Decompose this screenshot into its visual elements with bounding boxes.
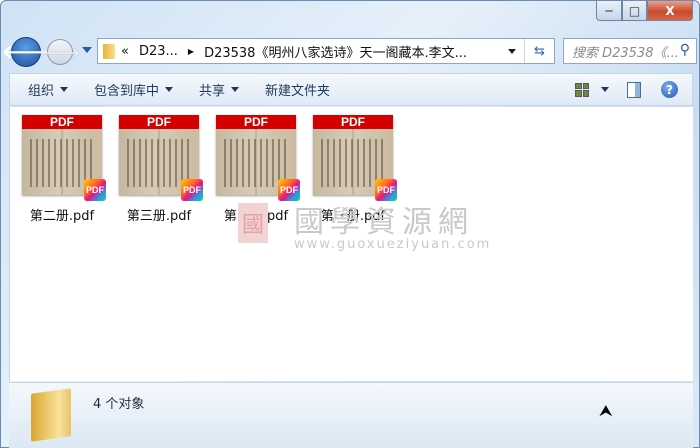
organize-button[interactable]: 组织 — [28, 80, 69, 99]
file-item[interactable]: PDF PDF 第四册.pdf — [210, 115, 302, 224]
file-name: 第四册.pdf — [223, 209, 289, 224]
pdf-thumbnail: PDF PDF — [22, 115, 106, 201]
file-name: 第一册.pdf — [320, 209, 386, 224]
file-item[interactable]: PDF PDF 第一册.pdf — [307, 115, 399, 224]
file-name: 第三册.pdf — [126, 209, 192, 224]
chevron-down-icon — [231, 87, 240, 92]
file-item[interactable]: PDF PDF 第二册.pdf — [16, 115, 108, 224]
chevron-down-icon — [165, 87, 174, 92]
back-button[interactable]: 🡐 — [2, 37, 50, 67]
breadcrumb-parent[interactable]: D23... — [139, 44, 178, 59]
pdf-thumbnail: PDF PDF — [216, 115, 300, 201]
include-in-library-button[interactable]: 包含到库中 — [94, 80, 174, 99]
recent-pages-dropdown[interactable] — [82, 47, 92, 53]
share-button[interactable]: 共享 — [199, 80, 240, 99]
file-item[interactable]: PDF PDF 第三册.pdf — [113, 115, 205, 224]
pdf-app-icon: PDF — [278, 179, 300, 201]
address-dropdown-icon[interactable] — [508, 49, 516, 54]
breadcrumb-overflow[interactable]: « — [121, 44, 129, 59]
view-options-dropdown[interactable] — [601, 87, 609, 92]
search-icon[interactable]: ⚲ — [680, 42, 690, 58]
change-view-icon[interactable] — [575, 82, 589, 97]
explorer-window: ─ □ X 🡐 🡒 « D23... ▶ D23538《明州八家选诗》天一阁藏本… — [0, 0, 700, 448]
new-folder-button[interactable]: 新建文件夹 — [265, 80, 330, 99]
pdf-app-icon: PDF — [181, 179, 203, 201]
breadcrumb-current[interactable]: D23538《明州八家选诗》天一阁藏本.李文... — [204, 42, 467, 61]
file-name: 第二册.pdf — [29, 209, 95, 224]
maximize-button[interactable]: □ — [622, 1, 647, 21]
pdf-thumbnail: PDF PDF — [313, 115, 397, 201]
folder-icon — [103, 43, 115, 59]
file-list: PDF PDF 第二册.pdf PDF PDF 第三册.pdf PDF PDF 第四册… — [9, 107, 693, 381]
mouse-cursor-icon: ⮝ — [599, 401, 613, 420]
watermark-url: www.guoxueziyuan.com — [294, 237, 492, 252]
refresh-button[interactable]: ⇆ — [524, 39, 554, 63]
preview-pane-icon[interactable] — [627, 81, 641, 98]
folder-icon — [31, 388, 71, 442]
command-bar: 组织 包含到库中 共享 新建文件夹 ? — [9, 73, 693, 106]
details-pane: 4 个对象 — [9, 382, 693, 448]
pdf-app-icon: PDF — [375, 179, 397, 201]
navigation-bar: 🡐 🡒 « D23... ▶ D23538《明州八家选诗》天一阁藏本.李文...… — [2, 37, 697, 67]
close-button[interactable]: X — [647, 1, 693, 21]
minimize-button[interactable]: ─ — [596, 1, 622, 21]
address-bar[interactable]: « D23... ▶ D23538《明州八家选诗》天一阁藏本.李文... ⇆ — [97, 38, 555, 64]
search-input[interactable]: 搜索 D23538《... ⚲ — [563, 38, 697, 64]
help-icon[interactable]: ? — [661, 81, 678, 98]
item-count: 4 个对象 — [93, 397, 145, 412]
pdf-thumbnail: PDF PDF — [119, 115, 203, 201]
chevron-down-icon — [60, 87, 69, 92]
window-controls: ─ □ X — [596, 1, 693, 21]
forward-button[interactable]: 🡒 — [40, 39, 80, 65]
breadcrumb-separator-icon[interactable]: ▶ — [188, 47, 194, 56]
pdf-app-icon: PDF — [84, 179, 106, 201]
